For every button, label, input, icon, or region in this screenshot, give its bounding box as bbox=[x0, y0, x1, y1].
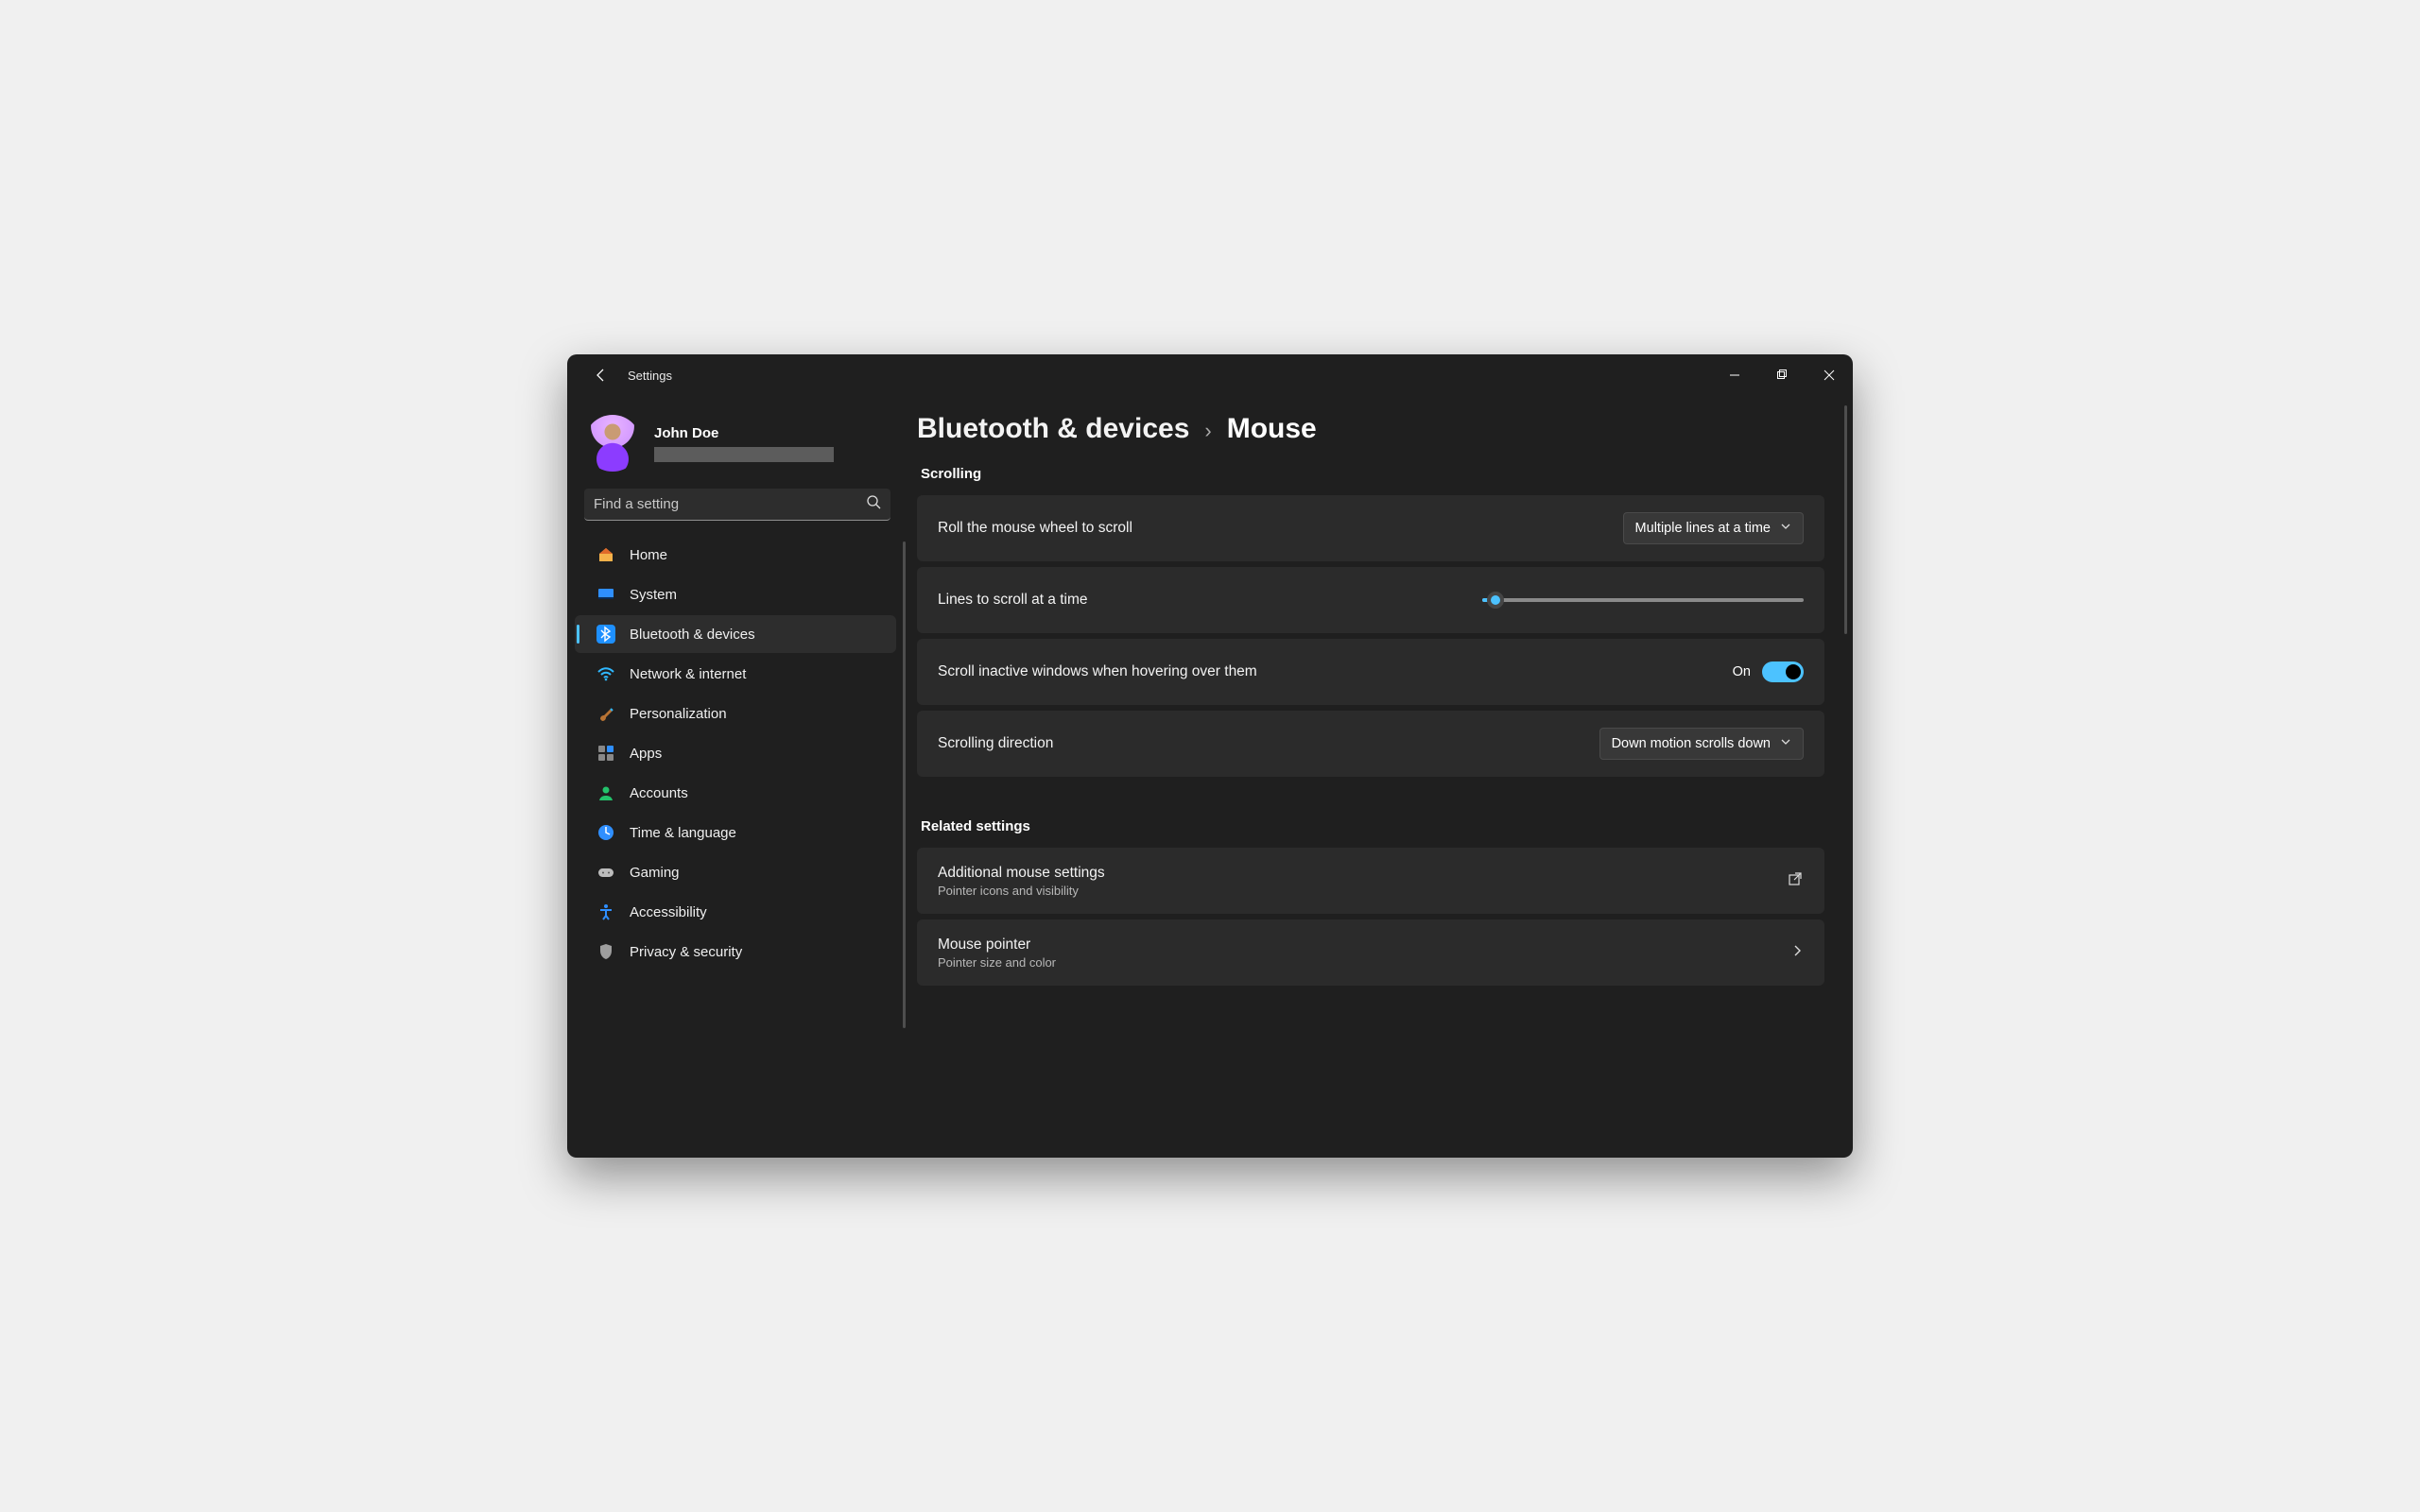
roll-wheel-dropdown[interactable]: Multiple lines at a time bbox=[1623, 512, 1804, 544]
accounts-icon bbox=[596, 782, 616, 803]
related-mouse-pointer[interactable]: Mouse pointer Pointer size and color bbox=[917, 919, 1824, 986]
sidebar: John Doe Home bbox=[567, 396, 908, 1158]
related-item-sub: Pointer icons and visibility bbox=[938, 884, 1105, 898]
clock-globe-icon bbox=[596, 822, 616, 843]
chevron-down-icon bbox=[1780, 521, 1791, 536]
sidebar-item-home[interactable]: Home bbox=[575, 536, 896, 574]
maximize-button[interactable] bbox=[1758, 354, 1806, 396]
related-additional-mouse-settings[interactable]: Additional mouse settings Pointer icons … bbox=[917, 848, 1824, 914]
sidebar-item-apps[interactable]: Apps bbox=[575, 734, 896, 772]
breadcrumb: Bluetooth & devices › Mouse bbox=[917, 413, 1824, 445]
section-title-related: Related settings bbox=[921, 818, 1824, 834]
sidebar-item-label: Privacy & security bbox=[630, 944, 742, 960]
related-item-sub: Pointer size and color bbox=[938, 955, 1056, 970]
setting-scrolling-direction: Scrolling direction Down motion scrolls … bbox=[917, 711, 1824, 777]
section-title-scrolling: Scrolling bbox=[921, 466, 1824, 482]
shield-icon bbox=[596, 941, 616, 962]
wifi-icon bbox=[596, 663, 616, 684]
sidebar-item-label: Apps bbox=[630, 746, 662, 762]
paintbrush-icon bbox=[596, 703, 616, 724]
setting-label: Lines to scroll at a time bbox=[938, 592, 1088, 609]
sidebar-item-gaming[interactable]: Gaming bbox=[575, 853, 896, 891]
minimize-button[interactable] bbox=[1711, 354, 1758, 396]
close-button[interactable] bbox=[1806, 354, 1853, 396]
setting-roll-mouse-wheel: Roll the mouse wheel to scroll Multiple … bbox=[917, 495, 1824, 561]
gamepad-icon bbox=[596, 862, 616, 883]
sidebar-item-label: Network & internet bbox=[630, 666, 746, 682]
sidebar-item-time-language[interactable]: Time & language bbox=[575, 814, 896, 851]
sidebar-item-label: Time & language bbox=[630, 825, 736, 841]
breadcrumb-parent[interactable]: Bluetooth & devices bbox=[917, 413, 1189, 445]
related-item-label: Mouse pointer bbox=[938, 936, 1056, 954]
sidebar-scrollbar[interactable] bbox=[903, 541, 906, 1028]
sidebar-item-label: System bbox=[630, 587, 677, 603]
chevron-down-icon bbox=[1780, 736, 1791, 751]
app-body: John Doe Home bbox=[567, 396, 1853, 1158]
sidebar-item-personalization[interactable]: Personalization bbox=[575, 695, 896, 732]
toggle-knob bbox=[1786, 664, 1801, 679]
setting-label: Roll the mouse wheel to scroll bbox=[938, 520, 1132, 537]
content-scrollbar[interactable] bbox=[1844, 405, 1847, 634]
profile-subtext-placeholder bbox=[654, 447, 834, 462]
home-icon bbox=[596, 544, 616, 565]
sidebar-item-bluetooth-devices[interactable]: Bluetooth & devices bbox=[575, 615, 896, 653]
sidebar-item-label: Personalization bbox=[630, 706, 727, 722]
scroll-inactive-toggle[interactable] bbox=[1762, 662, 1804, 682]
sidebar-item-system[interactable]: System bbox=[575, 576, 896, 613]
titlebar: Settings bbox=[567, 354, 1853, 396]
apps-icon bbox=[596, 743, 616, 764]
profile-block[interactable]: John Doe bbox=[567, 409, 908, 489]
sidebar-item-label: Bluetooth & devices bbox=[630, 627, 755, 643]
setting-scroll-inactive: Scroll inactive windows when hovering ov… bbox=[917, 639, 1824, 705]
chevron-right-icon bbox=[1790, 944, 1804, 962]
sidebar-item-label: Accessibility bbox=[630, 904, 707, 920]
sidebar-item-network[interactable]: Network & internet bbox=[575, 655, 896, 693]
scrolling-direction-dropdown[interactable]: Down motion scrolls down bbox=[1599, 728, 1804, 760]
accessibility-icon bbox=[596, 902, 616, 922]
nav-list: Home System Bluetooth & devices Network … bbox=[567, 534, 908, 1158]
chevron-right-icon: › bbox=[1204, 419, 1211, 443]
open-external-icon bbox=[1787, 870, 1804, 892]
bluetooth-icon bbox=[596, 624, 616, 644]
system-icon bbox=[596, 584, 616, 605]
window-controls bbox=[1711, 354, 1853, 396]
back-button[interactable] bbox=[584, 358, 618, 392]
setting-label: Scroll inactive windows when hovering ov… bbox=[938, 663, 1257, 680]
profile-name: John Doe bbox=[654, 425, 834, 441]
app-title: Settings bbox=[628, 369, 672, 383]
search-icon bbox=[866, 494, 881, 514]
content-area: Bluetooth & devices › Mouse Scrolling Ro… bbox=[908, 396, 1853, 1158]
related-item-label: Additional mouse settings bbox=[938, 865, 1105, 882]
setting-lines-to-scroll: Lines to scroll at a time bbox=[917, 567, 1824, 633]
slider-thumb[interactable] bbox=[1487, 592, 1504, 609]
sidebar-item-label: Home bbox=[630, 547, 667, 563]
sidebar-item-accessibility[interactable]: Accessibility bbox=[575, 893, 896, 931]
dropdown-value: Down motion scrolls down bbox=[1612, 736, 1771, 751]
search-box[interactable] bbox=[584, 489, 890, 521]
avatar bbox=[584, 415, 641, 472]
breadcrumb-leaf: Mouse bbox=[1227, 413, 1317, 445]
dropdown-value: Multiple lines at a time bbox=[1635, 521, 1771, 536]
search-input[interactable] bbox=[594, 496, 866, 512]
toggle-state-label: On bbox=[1733, 664, 1751, 679]
sidebar-item-privacy-security[interactable]: Privacy & security bbox=[575, 933, 896, 971]
sidebar-item-accounts[interactable]: Accounts bbox=[575, 774, 896, 812]
lines-to-scroll-slider[interactable] bbox=[1482, 598, 1804, 602]
sidebar-item-label: Accounts bbox=[630, 785, 688, 801]
setting-label: Scrolling direction bbox=[938, 735, 1053, 752]
settings-window: Settings John Doe bbox=[567, 354, 1853, 1158]
sidebar-item-label: Gaming bbox=[630, 865, 680, 881]
